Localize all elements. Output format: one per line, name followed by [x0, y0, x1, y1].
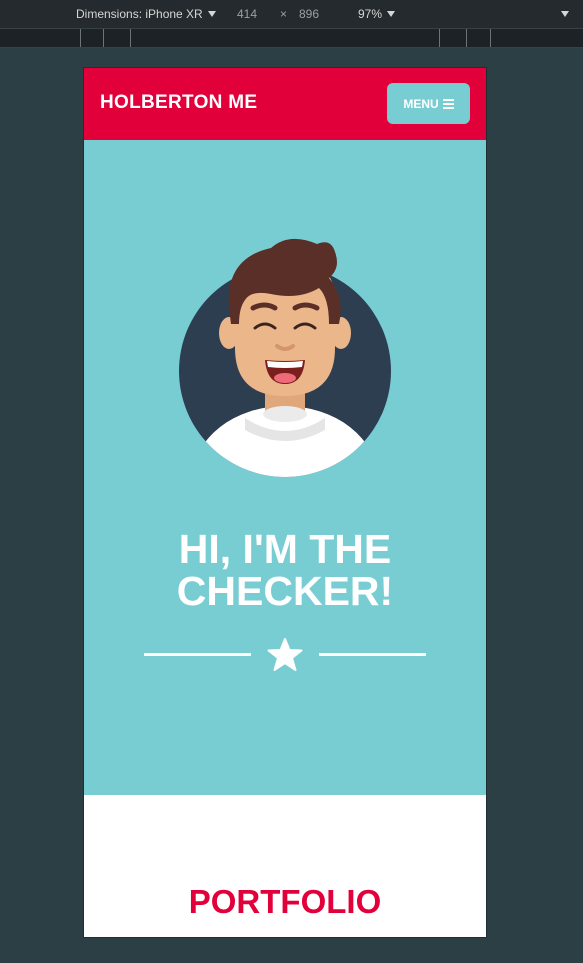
star-icon — [267, 638, 303, 671]
avatar — [179, 238, 391, 477]
chevron-down-icon — [387, 11, 396, 17]
devtools-toolbar: Dimensions: iPhone XR 414 × 896 97% — [0, 0, 583, 28]
hero-title: HI, I'M THE CHECKER! — [84, 528, 486, 612]
zoom-select[interactable]: 97% — [358, 7, 396, 21]
device-viewport: HOLBERTON ME MENU HI, I'M THE CHECKER! P… — [84, 68, 486, 937]
width-input[interactable]: 414 — [237, 7, 257, 21]
menu-button[interactable]: MENU — [387, 83, 470, 124]
portfolio-section: PORTFOLIO — [84, 795, 486, 937]
hero-section: HI, I'M THE CHECKER! — [84, 140, 486, 795]
chevron-down-icon — [207, 11, 216, 17]
menu-label: MENU — [403, 96, 439, 111]
navbar: HOLBERTON ME MENU — [84, 68, 486, 140]
divider-line-left — [144, 653, 251, 656]
device-select[interactable]: Dimensions: iPhone XR — [76, 7, 216, 21]
media-query-ruler — [0, 28, 583, 48]
height-input[interactable]: 896 — [299, 7, 319, 21]
times-label: × — [280, 7, 288, 21]
star-divider — [144, 636, 426, 676]
more-options-button[interactable] — [556, 7, 569, 21]
zoom-label: 97% — [358, 7, 383, 21]
divider-line-right — [319, 653, 426, 656]
hero-title-line2: CHECKER! — [176, 568, 394, 614]
device-label: Dimensions: iPhone XR — [76, 7, 203, 21]
hero-title-line1: HI, I'M THE — [178, 526, 392, 572]
hamburger-icon — [442, 99, 454, 109]
brand-logo[interactable]: HOLBERTON ME — [100, 92, 257, 114]
portfolio-title: PORTFOLIO — [188, 883, 382, 920]
chevron-down-icon — [561, 11, 569, 17]
